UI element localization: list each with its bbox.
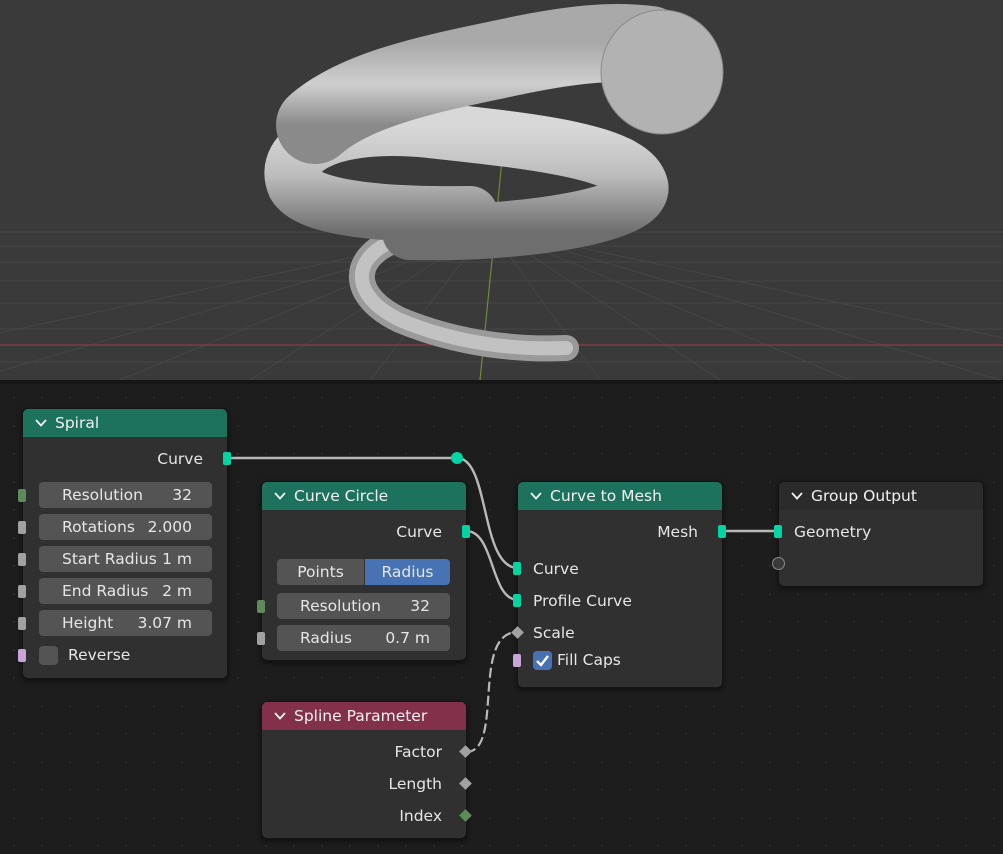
circle-resolution-field[interactable]: Resolution 32	[277, 593, 450, 619]
factor-output-row: Factor	[262, 736, 466, 768]
spiral-output-label: Curve	[157, 450, 203, 468]
reverse-checkbox[interactable]	[39, 646, 58, 665]
field-value: 32	[172, 486, 192, 504]
field-label: End Radius	[62, 582, 149, 600]
fill-caps-checkbox[interactable]	[533, 651, 552, 670]
spiral-node[interactable]: Spiral Curve Resolution 32 Rotations 2.0…	[18, 408, 231, 679]
chevron-down-icon[interactable]	[274, 710, 286, 722]
field-value: 1 m	[162, 550, 192, 568]
reroute-dot	[451, 452, 463, 464]
spiral-end-radius-field[interactable]: End Radius 2 m	[39, 578, 212, 604]
chevron-down-icon[interactable]	[791, 490, 803, 502]
spiral-resolution-field[interactable]: Resolution 32	[39, 482, 212, 508]
spline-parameter-node[interactable]: Spline Parameter Factor Length Index	[261, 701, 472, 839]
field-value: 2 m	[162, 582, 192, 600]
chevron-down-icon[interactable]	[35, 417, 47, 429]
field-label: Radius	[300, 629, 352, 647]
scale-input-label: Scale	[533, 624, 575, 642]
geometry-input-row: Geometry	[779, 516, 983, 548]
curve-circle-node-header[interactable]: Curve Circle	[262, 482, 466, 510]
spiral-rotations-socket[interactable]	[18, 521, 26, 534]
fill-caps-socket[interactable]	[513, 654, 521, 667]
fill-caps-label: Fill Caps	[557, 651, 621, 669]
spiral-tube-mesh	[264, 4, 724, 362]
empty-input-socket[interactable]	[772, 557, 785, 570]
circle-radius-field[interactable]: Radius 0.7 m	[277, 625, 450, 651]
spiral-reverse-socket[interactable]	[18, 649, 26, 662]
field-value: 3.07 m	[137, 614, 192, 632]
field-label: Rotations	[62, 518, 135, 536]
reverse-label: Reverse	[68, 646, 131, 664]
mesh-output-row: Mesh	[518, 516, 722, 548]
index-output-label: Index	[399, 807, 442, 825]
field-label: Height	[62, 614, 114, 632]
group-output-node[interactable]: Group Output Geometry	[772, 481, 984, 587]
spiral-node-title: Spiral	[55, 414, 100, 432]
chevron-down-icon[interactable]	[530, 490, 542, 502]
profile-curve-input-socket[interactable]	[513, 594, 521, 607]
field-value: 2.000	[147, 518, 192, 536]
field-value: 0.7 m	[385, 629, 430, 647]
circle-resolution-socket[interactable]	[257, 600, 265, 613]
spiral-node-header[interactable]: Spiral	[23, 409, 227, 437]
spline-parameter-node-title: Spline Parameter	[294, 707, 428, 725]
profile-curve-input-row: Profile Curve	[518, 585, 722, 617]
length-output-row: Length	[262, 768, 466, 800]
spiral-start-radius-field[interactable]: Start Radius 1 m	[39, 546, 212, 572]
spiral-height-field[interactable]: Height 3.07 m	[39, 610, 212, 636]
curve-to-mesh-node[interactable]: Curve to Mesh Mesh Curve Profile Curve S…	[511, 481, 726, 688]
curve-to-mesh-node-header[interactable]: Curve to Mesh	[518, 482, 722, 510]
field-value: 32	[410, 597, 430, 615]
curve-circle-node-title: Curve Circle	[294, 487, 389, 505]
curve-circle-output-socket[interactable]	[462, 525, 470, 538]
curve-input-label: Curve	[533, 560, 579, 578]
3d-viewport[interactable]	[0, 0, 1003, 380]
group-output-node-header[interactable]: Group Output	[779, 482, 983, 510]
curve-circle-node[interactable]: Curve Circle Curve Points Radius Resolut…	[257, 481, 470, 661]
spline-parameter-node-header[interactable]: Spline Parameter	[262, 702, 466, 730]
field-label: Start Radius	[62, 550, 157, 568]
mode-points-button[interactable]: Points	[277, 559, 364, 585]
profile-curve-input-label: Profile Curve	[533, 592, 632, 610]
viewport-scene	[0, 4, 1003, 380]
spiral-height-socket[interactable]	[18, 617, 26, 630]
curve-circle-output-label: Curve	[396, 523, 442, 541]
spiral-resolution-socket[interactable]	[18, 489, 26, 502]
field-label: Resolution	[300, 597, 381, 615]
mode-radius-label: Radius	[381, 563, 434, 581]
mode-radius-button[interactable]: Radius	[365, 559, 450, 585]
circle-radius-socket[interactable]	[257, 632, 265, 645]
curve-to-mesh-node-title: Curve to Mesh	[550, 487, 662, 505]
spiral-curve-output-socket[interactable]	[223, 452, 231, 465]
factor-output-label: Factor	[394, 743, 442, 761]
mesh-output-socket[interactable]	[718, 525, 726, 538]
spiral-end-radius-socket[interactable]	[18, 585, 26, 598]
spiral-start-radius-socket[interactable]	[18, 553, 26, 566]
spiral-output-row: Curve	[23, 443, 227, 475]
index-output-row: Index	[262, 800, 466, 832]
field-label: Resolution	[62, 486, 143, 504]
scale-input-row: Scale	[518, 617, 722, 649]
chevron-down-icon[interactable]	[274, 490, 286, 502]
curve-circle-output-row: Curve	[262, 516, 466, 548]
node-editor[interactable]: Spiral Curve Resolution 32 Rotations 2.0…	[0, 384, 1003, 854]
mesh-output-label: Mesh	[657, 523, 698, 541]
length-output-label: Length	[388, 775, 442, 793]
checkmark-icon	[536, 655, 549, 667]
geometry-input-label: Geometry	[794, 523, 872, 541]
curve-input-socket[interactable]	[513, 562, 521, 575]
geometry-input-socket[interactable]	[774, 525, 782, 538]
curve-input-row: Curve	[518, 553, 722, 585]
mode-points-label: Points	[297, 563, 344, 581]
spiral-rotations-field[interactable]: Rotations 2.000	[39, 514, 212, 540]
link-factor-scale	[465, 630, 519, 754]
group-output-node-title: Group Output	[811, 487, 917, 505]
